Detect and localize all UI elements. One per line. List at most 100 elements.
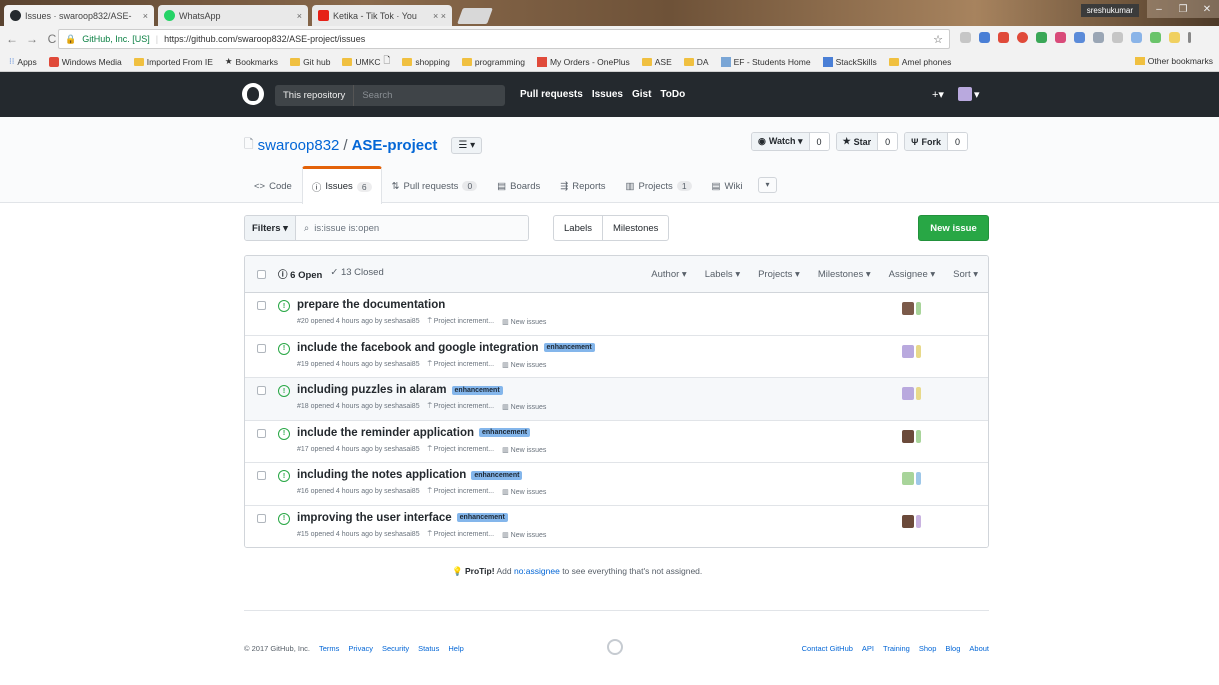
repo-list-dropdown[interactable]: ☰ ▾ xyxy=(451,137,483,154)
create-new-plus-icon[interactable]: +▾ xyxy=(932,88,944,101)
footer-privacy-link[interactable]: Privacy xyxy=(348,644,373,653)
footer-terms-link[interactable]: Terms xyxy=(319,644,339,653)
tab-issues[interactable]: ⓘ Issues 6 xyxy=(301,166,382,204)
bookmark-folder[interactable]: programming xyxy=(457,57,530,67)
issue-project-link[interactable]: ⍑ Project increment... xyxy=(428,446,494,454)
milestones-filter[interactable]: Milestones ▾ xyxy=(818,269,871,280)
assignee-avatars[interactable] xyxy=(902,514,921,528)
nav-gist[interactable]: Gist xyxy=(632,89,651,100)
extension-icon[interactable] xyxy=(1055,32,1066,43)
issue-project-link[interactable]: ⍑ Project increment... xyxy=(428,403,494,411)
bookmark-windows-media[interactable]: Windows Media xyxy=(44,56,127,67)
assignee-avatars[interactable] xyxy=(902,387,921,400)
close-window-button[interactable]: ✕ xyxy=(1195,0,1219,18)
issue-title-link[interactable]: include the reminder application xyxy=(297,427,474,439)
browser-tab-youtube[interactable]: Ketika - Tik Tok · You × × xyxy=(312,5,452,26)
star-button[interactable]: ★ Star 0 xyxy=(835,132,899,151)
assignee-filter[interactable]: Assignee ▾ xyxy=(889,269,936,280)
bookmark-folder[interactable]: shopping xyxy=(397,57,455,67)
issue-title-link[interactable]: prepare the documentation xyxy=(297,299,445,311)
extension-icon[interactable] xyxy=(1169,32,1180,43)
issue-checkbox[interactable] xyxy=(257,428,266,438)
issue-project-link[interactable]: ⍑ Project increment... xyxy=(428,361,494,369)
milestones-link[interactable]: Milestones xyxy=(602,216,668,240)
other-bookmarks[interactable]: Other bookmarks xyxy=(1134,56,1213,66)
extension-icon[interactable] xyxy=(960,32,971,43)
assignee-avatars[interactable] xyxy=(902,302,921,315)
star-count[interactable]: 0 xyxy=(878,133,898,150)
browser-tab-whatsapp[interactable]: WhatsApp × xyxy=(158,5,308,26)
extension-icon[interactable] xyxy=(979,32,990,43)
fork-count[interactable]: 0 xyxy=(947,133,967,150)
issue-search-input[interactable]: ⌕ is:issue is:open xyxy=(295,216,528,240)
labels-link[interactable]: Labels xyxy=(554,216,602,240)
sort-filter[interactable]: Sort ▾ xyxy=(953,269,978,280)
issue-label-enhancement[interactable]: enhancement xyxy=(479,428,531,437)
search-input[interactable]: Search xyxy=(354,90,392,101)
bookmark-star-icon[interactable]: ☆ xyxy=(933,33,943,46)
labels-filter[interactable]: Labels ▾ xyxy=(705,269,740,280)
tab-reports[interactable]: ⇶ Reports xyxy=(550,166,615,203)
issue-checkbox[interactable] xyxy=(257,471,266,480)
extension-icon[interactable] xyxy=(1112,32,1123,43)
extension-icon[interactable] xyxy=(1093,32,1104,43)
nav-pull-requests[interactable]: Pull requests xyxy=(520,89,583,100)
minimize-button[interactable]: – xyxy=(1147,0,1171,18)
maximize-button[interactable]: ❐ xyxy=(1171,0,1195,18)
protip-link[interactable]: no:assignee xyxy=(514,566,560,576)
footer-status-link[interactable]: Status xyxy=(418,644,439,653)
author-filter[interactable]: Author ▾ xyxy=(651,269,686,280)
tab-projects[interactable]: ▥ Projects 1 xyxy=(616,166,702,203)
repo-owner-link[interactable]: swaroop832 xyxy=(258,137,340,154)
close-tab-icon[interactable]: × xyxy=(297,11,302,21)
extension-icon[interactable] xyxy=(1036,32,1047,43)
issue-label-enhancement[interactable]: enhancement xyxy=(471,470,523,480)
bookmark-folder[interactable]: ★ Bookmarks xyxy=(220,56,283,67)
footer-shop-link[interactable]: Shop xyxy=(919,644,937,653)
more-tabs-dropdown[interactable]: ▾ xyxy=(758,176,777,193)
issue-checkbox[interactable] xyxy=(257,513,266,523)
nav-issues[interactable]: Issues xyxy=(592,89,623,100)
new-issue-button[interactable]: New issue xyxy=(918,215,989,241)
repo-name-link[interactable]: ASE-project xyxy=(352,137,438,154)
extension-icon[interactable] xyxy=(1074,32,1085,43)
issue-checkbox[interactable] xyxy=(257,301,266,310)
forward-icon[interactable]: → xyxy=(24,32,40,46)
bookmark-folder[interactable]: Git hub xyxy=(285,57,335,67)
footer-security-link[interactable]: Security xyxy=(382,644,409,653)
tab-wiki[interactable]: ▤ Wiki xyxy=(702,166,753,203)
issue-title-link[interactable]: improving the user interface xyxy=(297,512,452,524)
bookmark-folder[interactable]: Imported From IE xyxy=(129,57,218,67)
issue-title-link[interactable]: including the notes application xyxy=(297,469,466,481)
menu-kebab-icon[interactable] xyxy=(1188,32,1191,43)
issue-label-enhancement[interactable]: enhancement xyxy=(451,385,503,395)
footer-about-link[interactable]: About xyxy=(969,644,989,653)
browser-tab-issues[interactable]: Issues · swaroop832/ASE- × xyxy=(4,5,154,26)
open-issues-toggle[interactable]: ⓘ 6 Open xyxy=(278,267,322,281)
close-tab-icon[interactable]: × xyxy=(143,11,148,21)
bookmark-apps[interactable]: ⁝⁝ Apps xyxy=(4,56,42,67)
issue-project-link[interactable]: ⍑ Project increment... xyxy=(428,318,494,326)
issue-label-enhancement[interactable]: enhancement xyxy=(456,513,508,522)
back-icon[interactable]: ← xyxy=(4,32,20,46)
extension-icon[interactable] xyxy=(1150,32,1161,43)
nav-todo[interactable]: ToDo xyxy=(660,89,685,100)
bookmark-ef[interactable]: EF - Students Home xyxy=(716,56,816,67)
filters-dropdown[interactable]: Filters ▾ xyxy=(245,216,296,240)
bookmark-folder[interactable]: DA xyxy=(679,57,714,67)
url-bar[interactable]: 🔒 GitHub, Inc. [US] | https://github.com… xyxy=(58,29,950,49)
watch-count[interactable]: 0 xyxy=(809,133,829,150)
select-all-checkbox[interactable] xyxy=(257,269,266,279)
footer-training-link[interactable]: Training xyxy=(883,644,910,653)
footer-api-link[interactable]: API xyxy=(862,644,874,653)
bookmark-folder[interactable]: UMKC 🗋 xyxy=(337,55,395,69)
assignee-avatars[interactable] xyxy=(902,472,921,485)
site-search[interactable]: This repository Search xyxy=(275,85,505,106)
watch-button[interactable]: ◉ Watch ▾ 0 xyxy=(751,132,830,151)
bookmark-oneplus[interactable]: My Orders - OnePlus xyxy=(532,56,635,67)
issue-checkbox[interactable] xyxy=(257,386,266,395)
projects-filter[interactable]: Projects ▾ xyxy=(758,269,800,280)
footer-help-link[interactable]: Help xyxy=(448,644,463,653)
issue-project-link[interactable]: ⍑ Project increment... xyxy=(428,531,494,539)
assignee-avatars[interactable] xyxy=(902,429,921,443)
